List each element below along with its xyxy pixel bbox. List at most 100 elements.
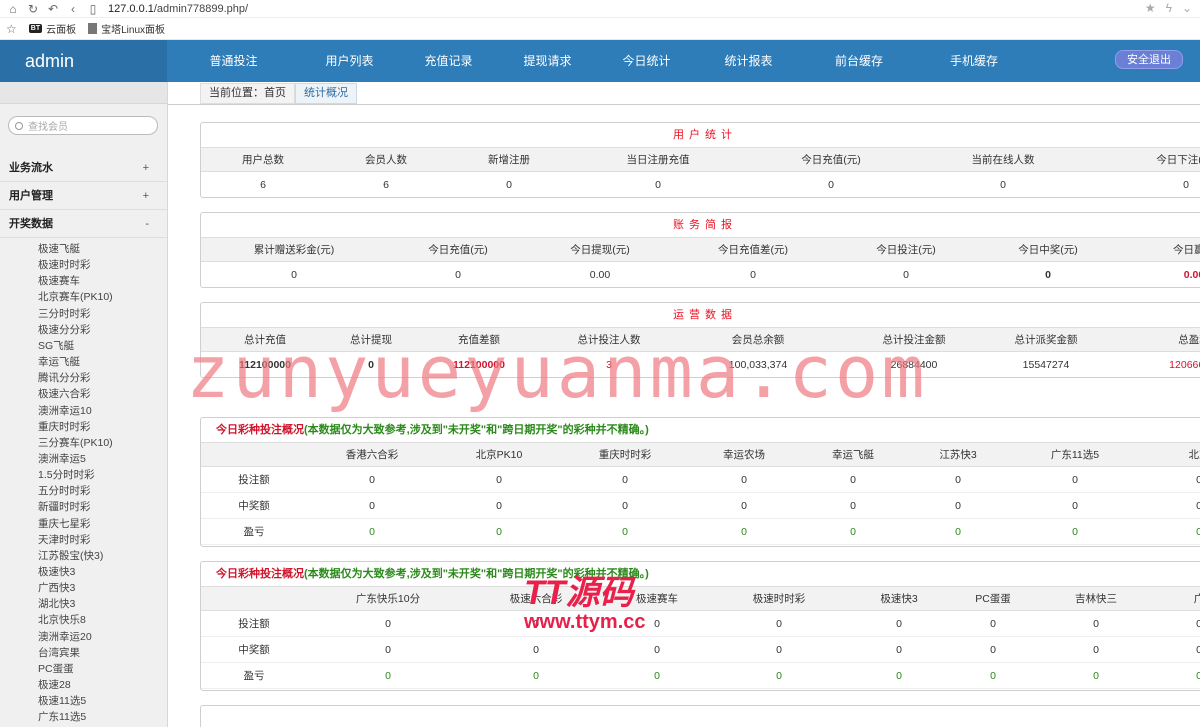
table-cell: 0: [622, 500, 628, 512]
sidebar-lottery-item[interactable]: 湖北快3: [38, 596, 75, 612]
bolt-icon[interactable]: ϟ: [1166, 1, 1172, 15]
sidebar-group-users[interactable]: 用户管理 +: [0, 182, 167, 210]
table-row: 中奖额 0 0 0 0 0 0 0 0: [201, 493, 1200, 519]
sidebar-lottery-item[interactable]: 重庆七星彩: [38, 516, 91, 532]
table-cell: 0: [1045, 269, 1051, 281]
sidebar-lottery-item[interactable]: 极速快3: [38, 564, 75, 580]
back-icon[interactable]: ‹: [66, 2, 80, 16]
table-cell: 26884400: [890, 359, 938, 371]
sidebar-lottery-item[interactable]: 新疆时时彩: [38, 499, 91, 515]
row-label: 投注额: [238, 618, 270, 630]
table-cell: 0: [776, 644, 782, 656]
column-header: 香港六合彩: [345, 449, 399, 461]
table-row: 6 6 0 0 0 0 0: [201, 172, 1200, 197]
table-cell: 0: [990, 670, 996, 682]
operations-panel: 运营数据 总计充值 总计提现 充值差额 总计投注人数 会员总余额 总计投注金额 总计派奖金额…: [200, 302, 1200, 378]
sidebar-lottery-item[interactable]: 江苏骰宝(快3): [38, 548, 103, 564]
sidebar-lottery-item[interactable]: 极速28: [38, 677, 71, 693]
column-header: 广: [1194, 587, 1200, 611]
bookmark-bt-linux[interactable]: 宝塔Linux面板: [88, 21, 165, 36]
star-icon[interactable]: ★: [1145, 1, 1156, 15]
sidebar-lottery-item[interactable]: 极速11选5: [38, 693, 86, 709]
account-summary-panel: 账务简报 累计赠送彩金(元) 今日充值(元) 今日提现(元) 今日充值差(元) 今日投注…: [200, 212, 1200, 288]
menu-today-stats[interactable]: 今日统计: [597, 40, 696, 82]
sidebar-lottery-item[interactable]: 三分时时彩: [38, 306, 91, 322]
table-cell: 6: [260, 179, 266, 191]
row-label: 盈亏: [243, 526, 265, 538]
reload-icon[interactable]: ↻: [26, 2, 40, 16]
column-header: 今日投注(元): [876, 244, 936, 256]
sidebar-lottery-item[interactable]: 重庆时时彩: [38, 419, 91, 435]
table-cell: 0: [1093, 670, 1099, 682]
home-icon[interactable]: ⌂: [6, 2, 20, 16]
column-header: 总计提现: [350, 334, 392, 346]
column-header: 北京: [1188, 449, 1200, 461]
table-row: 中奖额 0 0 0 0 0 0 0 0: [201, 637, 1200, 663]
column-header: 总盈利: [1178, 334, 1200, 346]
sidebar-lottery-item[interactable]: PC蛋蛋: [38, 661, 74, 677]
table-cell: 0: [1196, 637, 1200, 663]
url-field[interactable]: 127.0.0.1/admin778899.php/: [108, 3, 248, 15]
table-cell: 0: [741, 526, 747, 538]
table-cell: 0: [1183, 179, 1189, 191]
table-cell: 0: [1196, 493, 1200, 519]
table-cell: 0: [1196, 663, 1200, 689]
sidebar-group-business[interactable]: 业务流水 +: [0, 154, 167, 182]
sidebar-lottery-item[interactable]: 三分赛车(PK10): [38, 435, 113, 451]
table-cell: 0: [369, 526, 375, 538]
panel-title: 用户统计: [201, 123, 1200, 148]
table-row: 盈亏 0 0 0 0 0 0 0 0: [201, 519, 1200, 545]
table-row: 盈亏 0 0 0 0 0 0 0 0: [201, 663, 1200, 689]
sidebar-lottery-item[interactable]: 北京快乐8: [38, 612, 86, 628]
sidebar-lottery-item[interactable]: 澳洲幸运10: [38, 403, 92, 419]
table-cell: 0: [1196, 519, 1200, 545]
sidebar-lottery-item[interactable]: 澳洲幸运20: [38, 629, 92, 645]
sidebar-lottery-item[interactable]: 广东11选5: [38, 709, 86, 725]
sidebar-lottery-item[interactable]: 天津时时彩: [38, 532, 91, 548]
sidebar-lottery-item[interactable]: 极速分分彩: [38, 322, 91, 338]
star-outline-icon[interactable]: ☆: [6, 22, 17, 36]
sidebar-group-draw-data[interactable]: 开奖数据 -: [0, 210, 167, 238]
sidebar-lottery-item[interactable]: 台湾宾果: [38, 645, 80, 661]
breadcrumb-home[interactable]: 当前位置：首页: [200, 82, 295, 104]
sidebar-lottery-item[interactable]: 澳洲幸运5: [38, 451, 86, 467]
menu-user-list[interactable]: 用户列表: [300, 40, 399, 82]
sidebar-lottery-item[interactable]: 极速赛车: [38, 273, 80, 289]
chevron-down-icon[interactable]: ⌄: [1182, 1, 1192, 15]
logout-button[interactable]: 安全退出: [1115, 50, 1183, 69]
undo-icon[interactable]: ↶: [46, 2, 60, 16]
menu-mobile-cache[interactable]: 手机缓存: [917, 40, 1031, 82]
column-header: 今日赢亏: [1173, 244, 1200, 256]
betting-overview-panel-1: 今日彩种投注概况(本数据仅为大致参考,涉及到"未开奖"和"跨日期开奖"的彩种并不…: [200, 417, 1200, 547]
table-cell: 0: [654, 618, 660, 630]
sidebar-lottery-item[interactable]: SG飞艇: [38, 338, 74, 354]
menu-recharge-records[interactable]: 充值记录: [399, 40, 498, 82]
menu-normal-bet[interactable]: 普通投注: [167, 40, 300, 82]
menu-withdraw-requests[interactable]: 提现请求: [498, 40, 597, 82]
sidebar-lottery-item[interactable]: 极速飞艇: [38, 241, 80, 257]
column-header: 广东快乐10分: [355, 593, 421, 605]
table-row: 投注额00000000: [201, 611, 1200, 637]
row-label: 中奖额: [238, 500, 270, 512]
column-header: 极速快3: [880, 593, 918, 605]
sidebar-lottery-item[interactable]: 极速时时彩: [38, 257, 91, 273]
sidebar-lottery-item[interactable]: 1.5分时时彩: [38, 467, 95, 483]
watermark-logo: TT源码 www.ttym.cc: [524, 574, 646, 633]
user-stats-panel: 用户统计 用户总数 会员人数 新增注册 当日注册充值 今日充值(元) 当前在线人数 今日下注…: [200, 122, 1200, 198]
sidebar-lottery-item[interactable]: 极速六合彩: [38, 386, 91, 402]
expand-icon: +: [142, 190, 149, 202]
menu-stat-reports[interactable]: 统计报表: [696, 40, 801, 82]
sidebar-lottery-item[interactable]: 幸运飞艇: [38, 354, 80, 370]
member-search-input[interactable]: 查找会员: [8, 116, 158, 135]
sidebar-lottery-item[interactable]: 北京赛车(PK10): [38, 289, 113, 305]
table-cell: 0: [654, 670, 660, 682]
sidebar-lottery-item[interactable]: 广西快3: [38, 580, 75, 596]
table-row: 投注额00000000: [201, 467, 1200, 493]
column-header: 当前在线人数: [971, 154, 1035, 166]
divider: [168, 104, 1200, 105]
table-cell: 0: [990, 644, 996, 656]
menu-frontend-cache[interactable]: 前台缓存: [801, 40, 917, 82]
sidebar-lottery-item[interactable]: 腾讯分分彩: [38, 370, 91, 386]
sidebar-lottery-item[interactable]: 五分时时彩: [38, 483, 91, 499]
bookmark-cloud-panel[interactable]: BT 云面板: [28, 21, 76, 36]
